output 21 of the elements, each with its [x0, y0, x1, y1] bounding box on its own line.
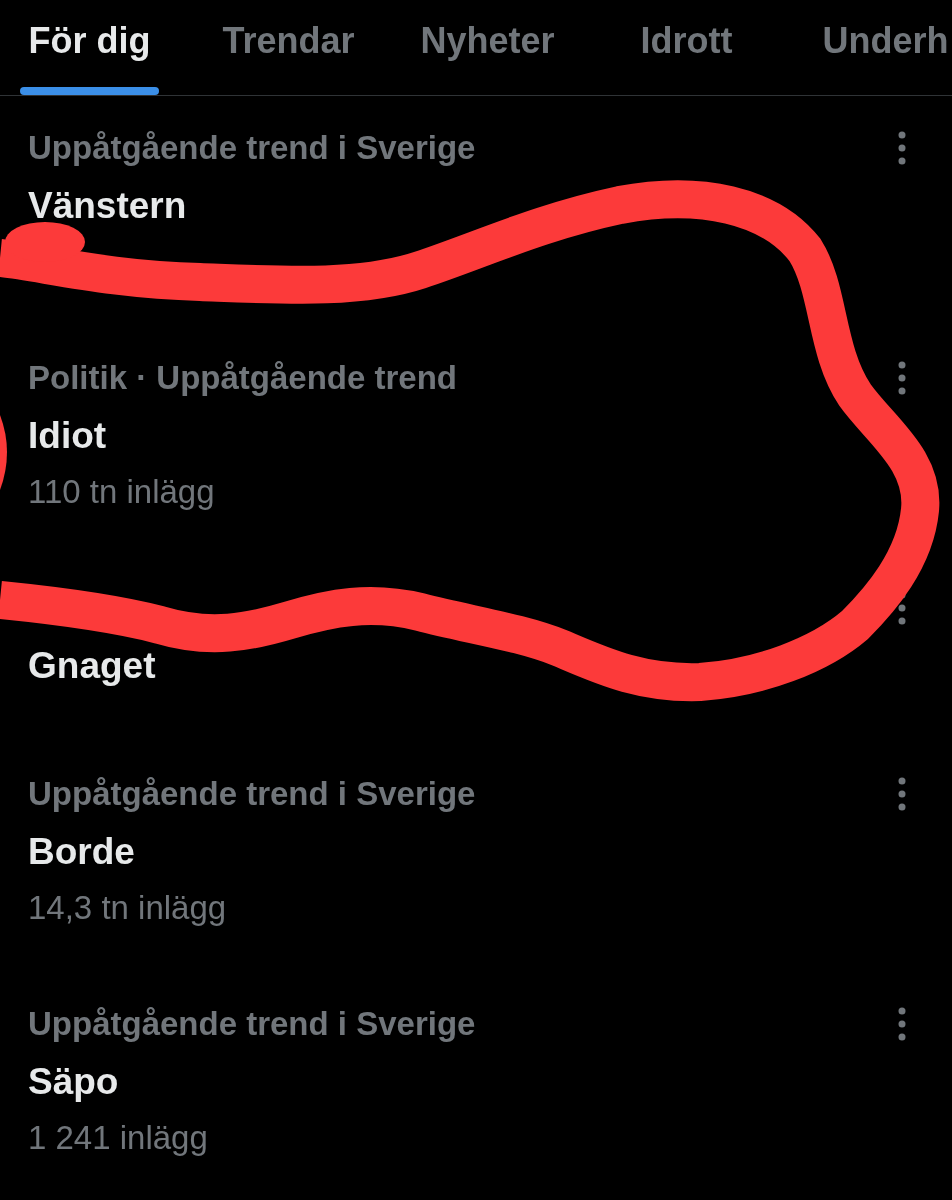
more-options-icon[interactable]	[898, 361, 906, 395]
tab[interactable]: Underh	[786, 0, 952, 95]
trend-category: Uppåtgående trend i Sverige	[28, 1004, 476, 1044]
trend-title[interactable]: Säpo	[28, 1060, 906, 1104]
trend-category: Uppåtgående trend i Sverige	[28, 774, 476, 814]
trend-category: Politik · Uppåtgående trend	[28, 358, 458, 398]
more-options-icon[interactable]	[898, 1007, 906, 1041]
trend-title[interactable]: Borde	[28, 830, 906, 874]
tab[interactable]: Idrott	[587, 0, 786, 95]
trend-category: Uppåtgående trend i Sverige	[28, 128, 476, 168]
more-options-icon[interactable]	[898, 777, 906, 811]
more-options-icon[interactable]	[898, 131, 906, 165]
tab[interactable]: För dig	[0, 0, 189, 95]
trend-title[interactable]: Gnaget	[28, 644, 906, 688]
post-count: 14,3 tn inlägg	[28, 888, 228, 928]
post-count: 110 tn inlägg	[28, 472, 216, 512]
tab[interactable]: Trendar	[189, 0, 388, 95]
trend-title[interactable]: Vänstern	[28, 184, 906, 228]
trend-title[interactable]: Idiot	[28, 414, 906, 458]
tab[interactable]: Nyheter	[388, 0, 587, 95]
post-count: 1 241 inlägg	[28, 1118, 209, 1158]
